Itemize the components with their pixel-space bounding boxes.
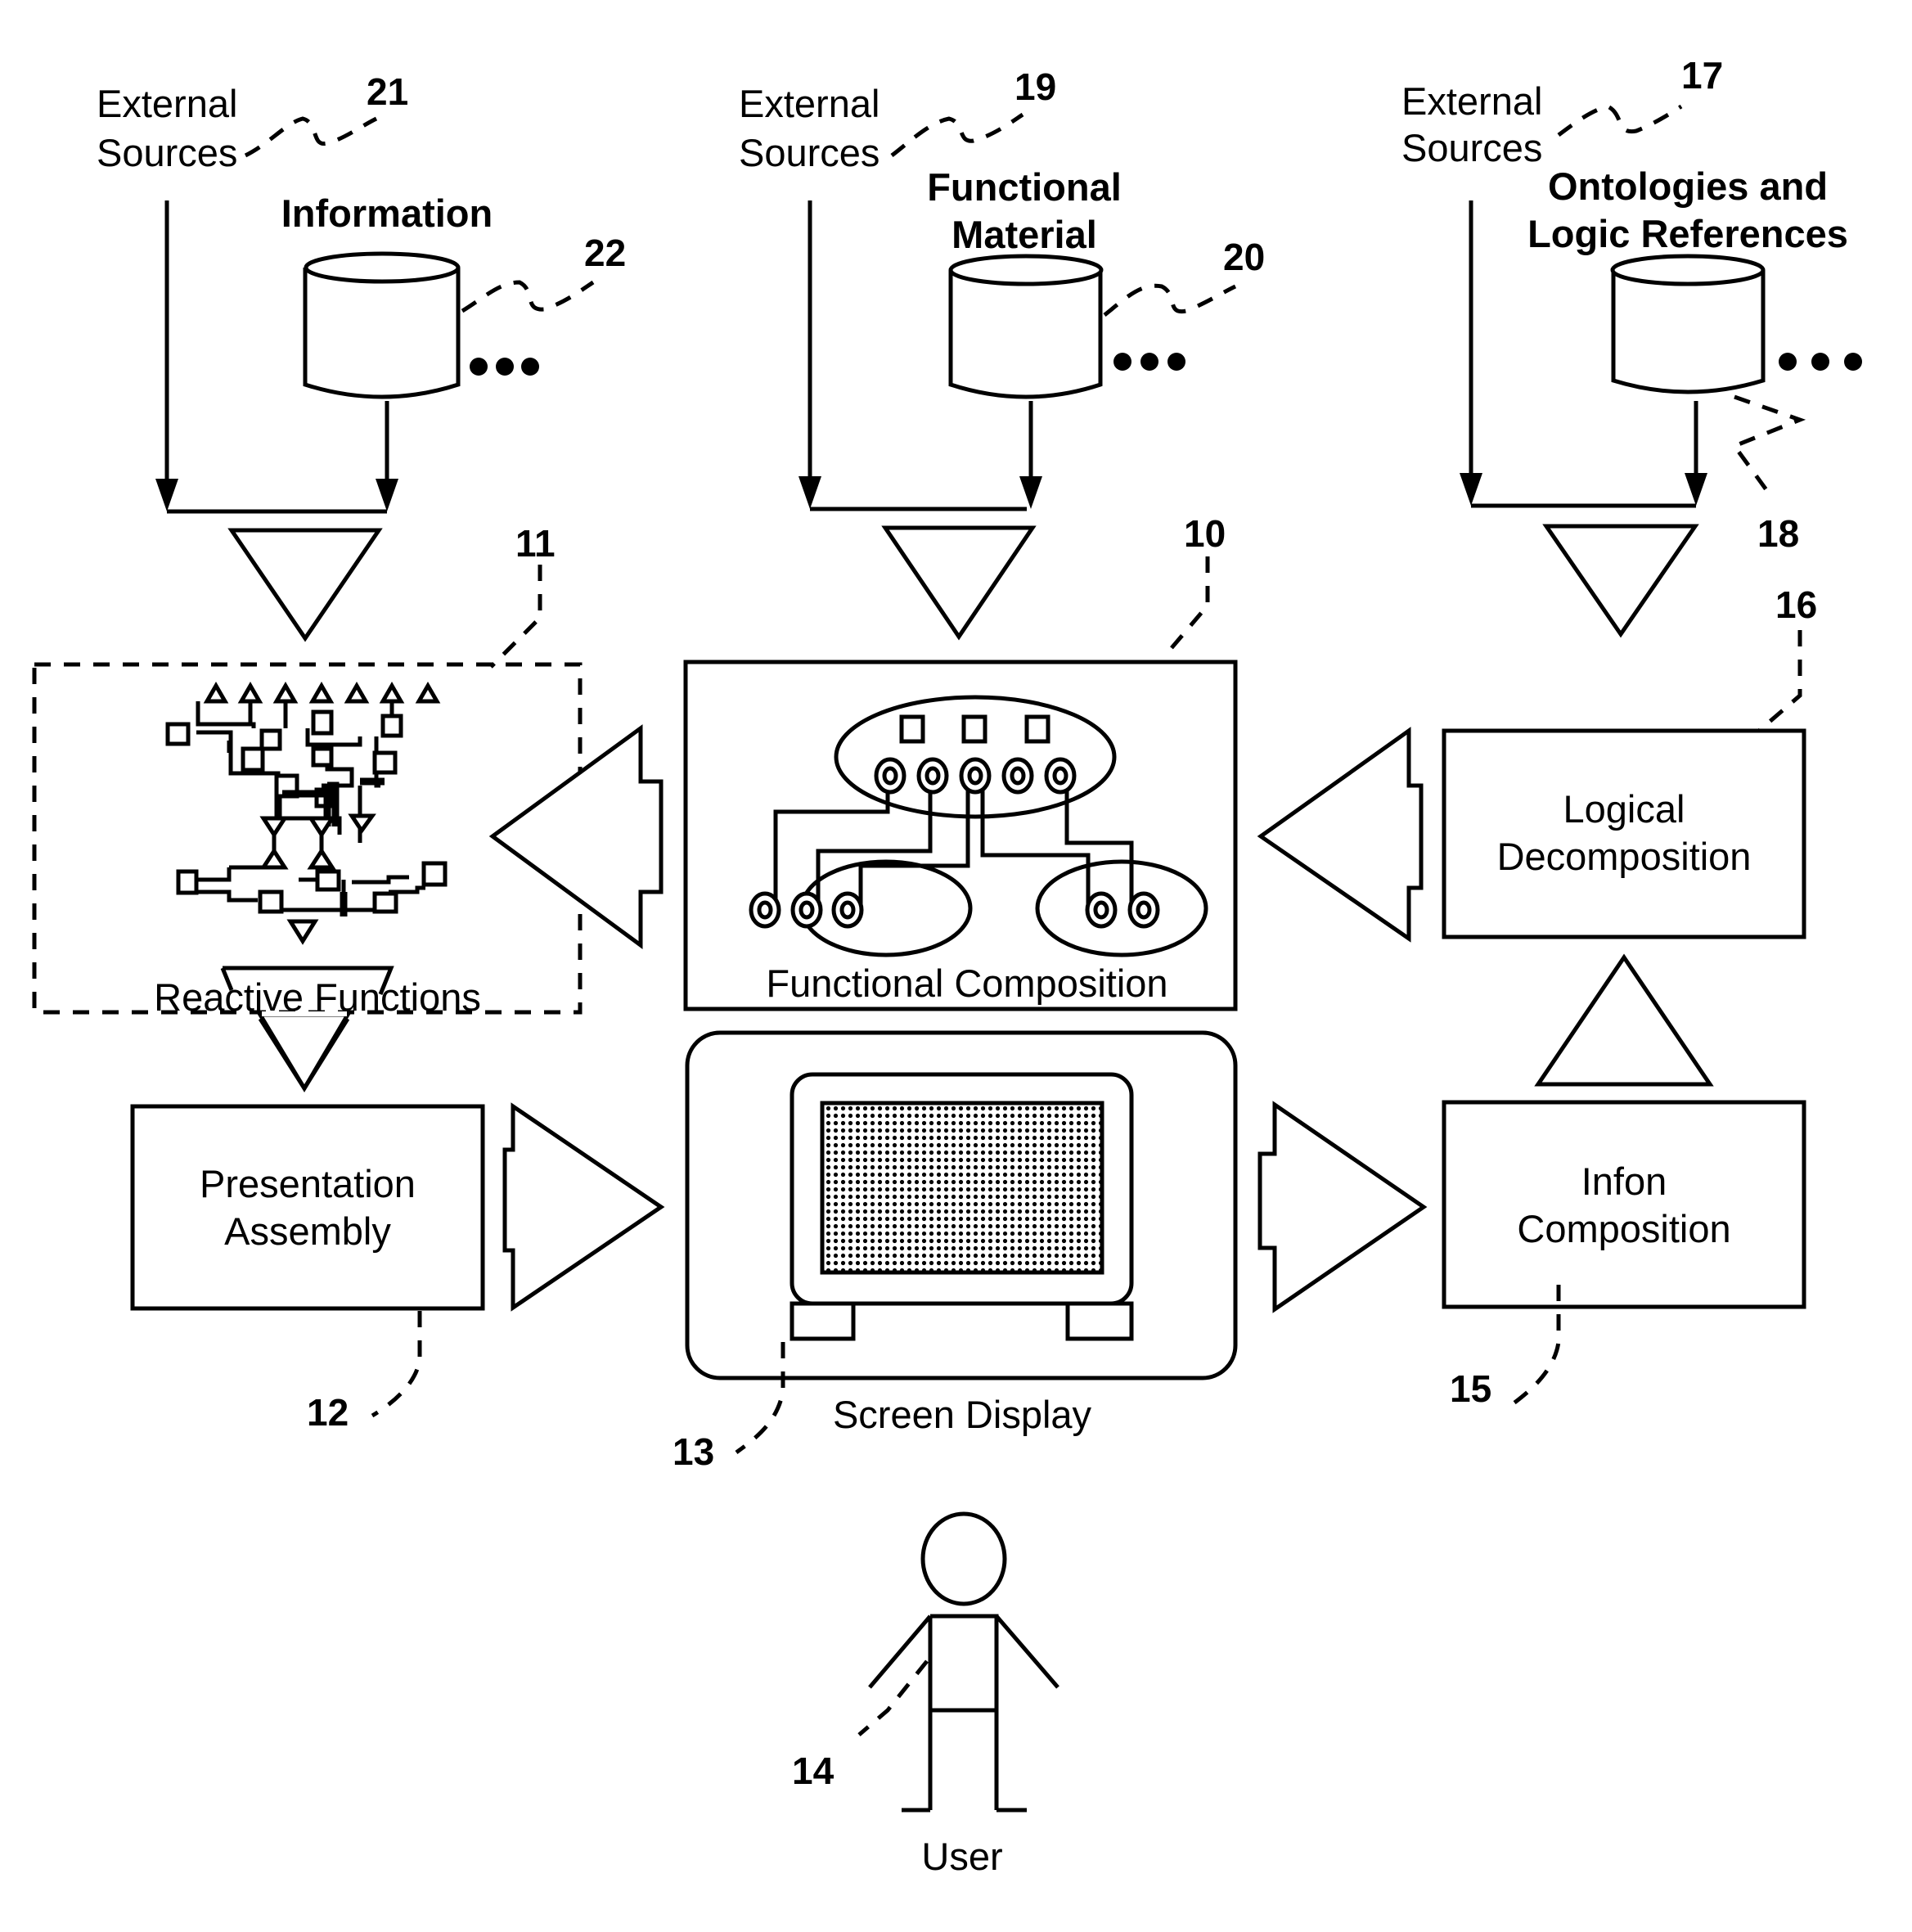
ref-number-21: 21 <box>367 70 408 113</box>
ref-leader-14 <box>857 1660 929 1736</box>
infon-composition-block: Infon Composition 15 <box>1442 1100 1806 1410</box>
ref-number-19: 19 <box>1014 65 1056 108</box>
ref-number-12: 12 <box>307 1391 349 1434</box>
right-column: External Sources 17 Ontologies and Logic… <box>1401 54 1862 638</box>
information-store-title: Information <box>281 191 493 235</box>
presentation-assembly-block: Presentation Assembly 12 <box>130 1104 485 1434</box>
ref-leader-11 <box>489 565 542 669</box>
patent-diagram: External Sources 21 Information 22 Exter… <box>32 54 1862 1878</box>
monitor-screen <box>820 1101 1104 1275</box>
more-ellipsis-icon <box>1779 353 1862 371</box>
functional-material-database-icon <box>948 254 1104 399</box>
arrow-presentation-to-screen <box>502 1102 665 1312</box>
ref-number-13: 13 <box>673 1430 714 1473</box>
merge-triangle-down <box>227 528 383 642</box>
ref-leader-18 <box>1731 394 1806 493</box>
logical-decomposition-label-2: Decomposition <box>1497 835 1752 878</box>
user-head-icon <box>920 1511 1007 1606</box>
ref-number-18: 18 <box>1757 512 1799 555</box>
ref-number-15: 15 <box>1450 1367 1491 1410</box>
presentation-assembly-box <box>130 1104 485 1311</box>
functional-composition-label: Functional Composition <box>766 961 1167 1005</box>
down-triangle-to-presentation <box>256 1012 352 1092</box>
presentation-assembly-label: Presentation <box>200 1162 416 1205</box>
ontologies-title-2: Logic References <box>1527 212 1848 255</box>
ref-leader-20 <box>1103 283 1237 317</box>
ref-leader-12 <box>371 1311 422 1418</box>
screen-display-block: Screen Display 13 <box>673 1030 1238 1473</box>
center-external-sources-label-2: Sources <box>739 131 880 174</box>
infon-composition-label: Infon <box>1581 1160 1667 1203</box>
more-ellipsis-icon <box>1113 353 1185 371</box>
logical-decomposition-box <box>1442 728 1806 939</box>
arrow-logical-to-functional <box>1257 727 1424 943</box>
right-external-sources-label: External <box>1401 79 1542 123</box>
merge-triangle-down <box>881 525 1037 641</box>
arrow-screen-to-infon <box>1257 1101 1428 1313</box>
functional-material-title-2: Material <box>952 213 1097 256</box>
arrow-functional-to-reactive <box>488 724 664 949</box>
infon-composition-label-2: Composition <box>1517 1207 1730 1250</box>
left-external-sources-label-2: Sources <box>97 131 237 174</box>
ref-leader-16 <box>1757 630 1802 732</box>
ref-leader-19 <box>890 112 1024 157</box>
ref-number-11: 11 <box>515 522 556 565</box>
user-label: User <box>921 1835 1002 1878</box>
ref-leader-17 <box>1557 104 1683 137</box>
ref-leader-22 <box>461 280 595 313</box>
ref-leader-21 <box>244 116 378 158</box>
information-database-icon <box>303 251 461 399</box>
functional-composition-box <box>683 660 1238 1011</box>
ontologies-database-icon <box>1610 254 1766 394</box>
ontologies-title: Ontologies and <box>1548 164 1828 208</box>
reactive-network-icon <box>165 682 448 945</box>
ref-number-22: 22 <box>584 232 626 274</box>
center-external-sources-label: External <box>739 82 880 125</box>
ref-number-10: 10 <box>1184 512 1226 555</box>
user-body-icon <box>868 1614 1059 1813</box>
merge-triangle-down <box>1542 524 1699 638</box>
infon-composition-box <box>1442 1100 1806 1309</box>
ref-number-20: 20 <box>1223 236 1265 278</box>
ref-number-17: 17 <box>1681 54 1723 97</box>
more-ellipsis-icon <box>470 358 539 376</box>
screen-display-label: Screen Display <box>833 1393 1092 1436</box>
right-external-sources-label-2: Sources <box>1401 126 1542 169</box>
ref-number-14: 14 <box>792 1750 835 1792</box>
monitor-foot-left <box>790 1301 856 1341</box>
logical-decomposition-label: Logical <box>1563 787 1685 831</box>
left-external-sources-label: External <box>97 82 237 125</box>
ref-number-16: 16 <box>1775 583 1817 626</box>
ref-leader-10 <box>1164 556 1210 656</box>
presentation-assembly-label-2: Assembly <box>224 1209 391 1253</box>
logical-decomposition-block: Logical Decomposition 16 <box>1442 583 1817 939</box>
user-figure: User 14 <box>792 1511 1059 1878</box>
monitor-foot-right <box>1065 1301 1134 1341</box>
arrow-infon-to-logical <box>1534 953 1714 1087</box>
functional-material-title: Functional <box>927 165 1122 209</box>
